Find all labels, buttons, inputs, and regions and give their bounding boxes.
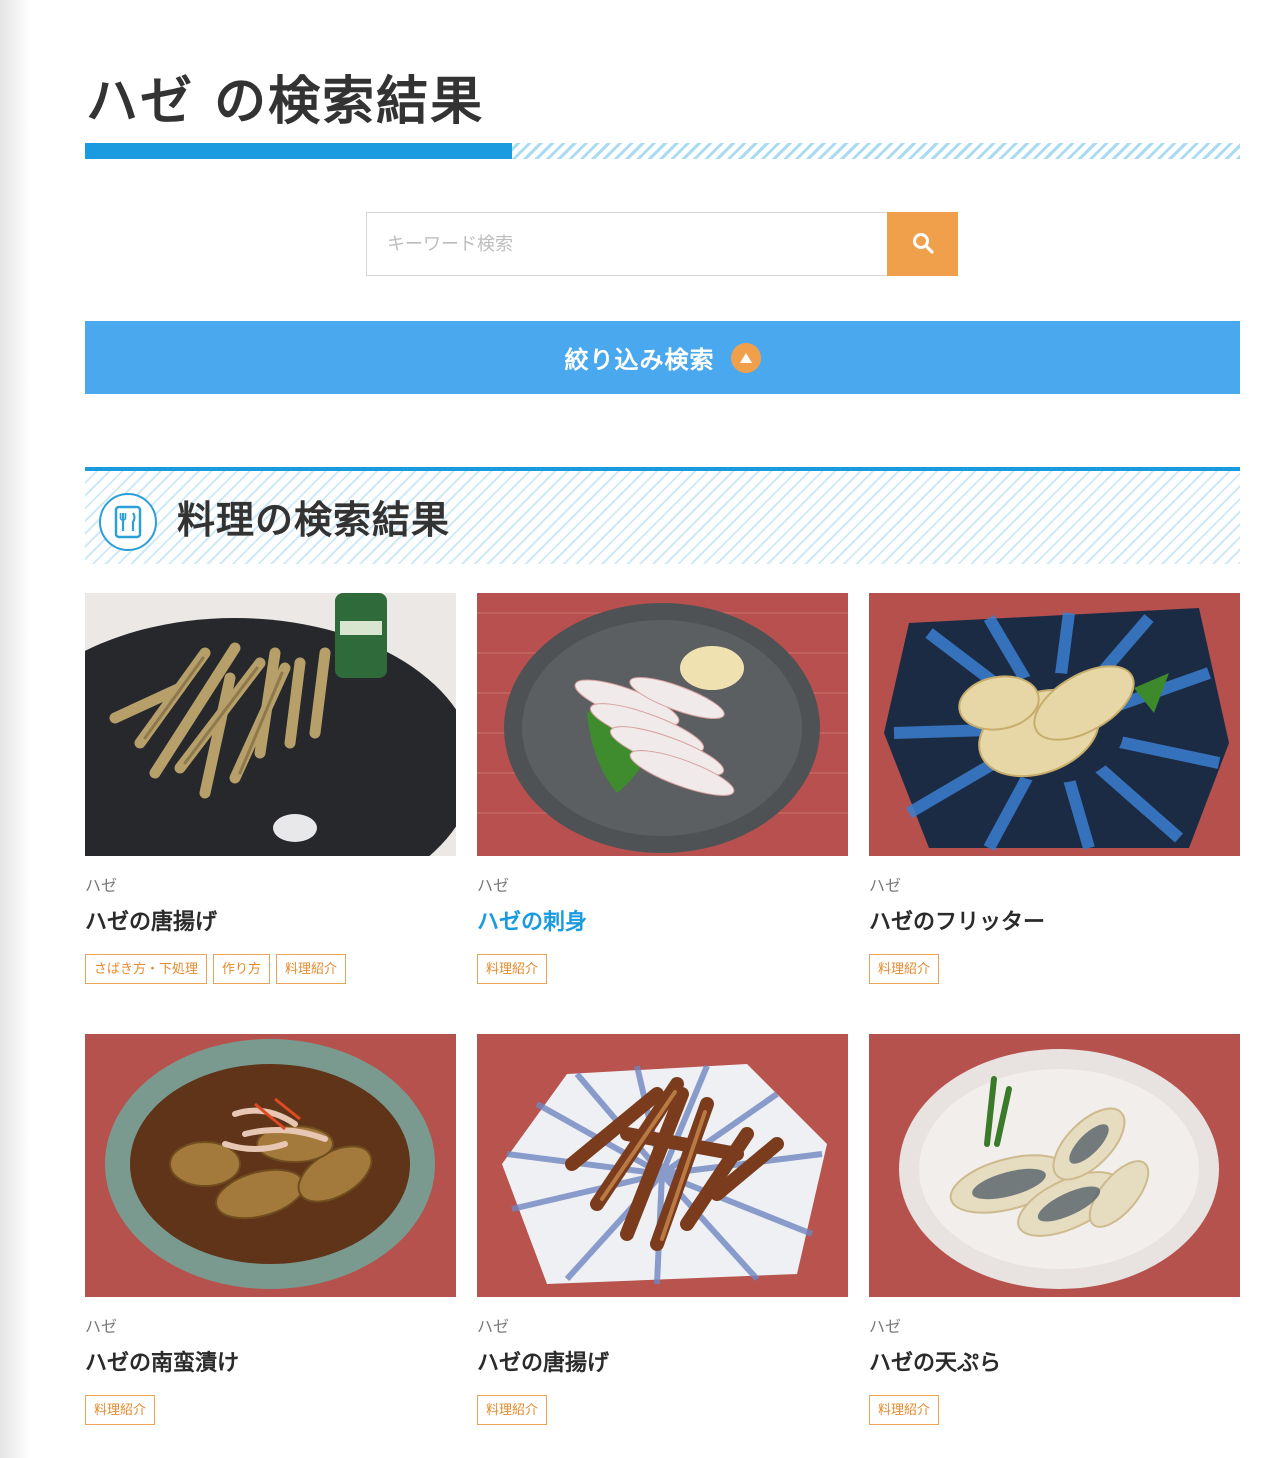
- tag-link[interactable]: 料理紹介: [276, 954, 347, 984]
- recipe-tags: 料理紹介: [869, 954, 1240, 984]
- recipe-card: ハゼ ハゼの南蛮漬け 料理紹介: [85, 1034, 456, 1425]
- tag-link[interactable]: さばき方・下処理: [85, 954, 208, 984]
- recipe-image[interactable]: [85, 1034, 456, 1297]
- recipe-title[interactable]: ハゼのフリッター: [869, 908, 1240, 938]
- search-input[interactable]: [366, 212, 887, 276]
- title-underline: [85, 143, 1240, 159]
- title-underline-hatch: [512, 143, 1240, 159]
- utensils-menu-icon: [99, 493, 157, 551]
- recipe-tags: 料理紹介: [477, 954, 848, 984]
- recipe-title[interactable]: ハゼの唐揚げ: [477, 1349, 848, 1379]
- recipe-tags: 料理紹介: [869, 1395, 1240, 1425]
- recipe-card: ハゼ ハゼのフリッター 料理紹介: [869, 593, 1240, 984]
- recipe-category: ハゼ: [869, 876, 902, 895]
- tag-link[interactable]: 料理紹介: [869, 954, 940, 984]
- section-title: 料理の検索結果: [177, 498, 451, 542]
- recipe-tags: さばき方・下処理 作り方 料理紹介: [85, 954, 456, 984]
- recipe-card: ハゼ ハゼの刺身 料理紹介: [477, 593, 848, 984]
- title-underline-solid: [85, 143, 512, 159]
- recipe-title[interactable]: ハゼの唐揚げ: [85, 908, 456, 938]
- chevron-up-icon: [730, 342, 761, 373]
- recipe-image[interactable]: [477, 1034, 848, 1297]
- recipe-card: ハゼ ハゼの天ぷら 料理紹介: [869, 1034, 1240, 1425]
- recipe-image[interactable]: [869, 1034, 1240, 1297]
- recipe-card: ハゼ ハゼの唐揚げ 料理紹介: [477, 1034, 848, 1425]
- recipe-category: ハゼ: [477, 876, 510, 895]
- search-icon: [911, 231, 935, 258]
- results-section-header: 料理の検索結果: [85, 467, 1240, 564]
- page-title: ハゼ の検索結果: [86, 72, 485, 132]
- recipe-title[interactable]: ハゼの南蛮漬け: [85, 1349, 456, 1379]
- recipe-tags: 料理紹介: [85, 1395, 456, 1425]
- tag-link[interactable]: 料理紹介: [869, 1395, 940, 1425]
- recipe-category: ハゼ: [85, 876, 118, 895]
- filter-search-toggle[interactable]: 絞り込み検索: [85, 321, 1240, 394]
- recipe-card: ハゼ ハゼの唐揚げ さばき方・下処理 作り方 料理紹介: [85, 593, 456, 984]
- recipe-title[interactable]: ハゼの刺身: [477, 908, 848, 938]
- tag-link[interactable]: 作り方: [213, 954, 271, 984]
- recipe-category: ハゼ: [869, 1317, 902, 1336]
- recipe-category: ハゼ: [477, 1317, 510, 1336]
- recipe-category: ハゼ: [85, 1317, 118, 1336]
- tag-link[interactable]: 料理紹介: [477, 1395, 548, 1425]
- recipe-image[interactable]: [869, 593, 1240, 856]
- recipe-image[interactable]: [477, 593, 848, 856]
- filter-label: 絞り込み検索: [564, 347, 715, 374]
- tag-link[interactable]: 料理紹介: [477, 954, 548, 984]
- recipe-image[interactable]: [85, 593, 456, 856]
- search-box: [366, 212, 958, 276]
- tag-link[interactable]: 料理紹介: [85, 1395, 156, 1425]
- page-edge-shadow: [0, 0, 30, 1458]
- search-button[interactable]: [887, 212, 958, 276]
- recipe-title[interactable]: ハゼの天ぷら: [869, 1349, 1240, 1379]
- recipe-tags: 料理紹介: [477, 1395, 848, 1425]
